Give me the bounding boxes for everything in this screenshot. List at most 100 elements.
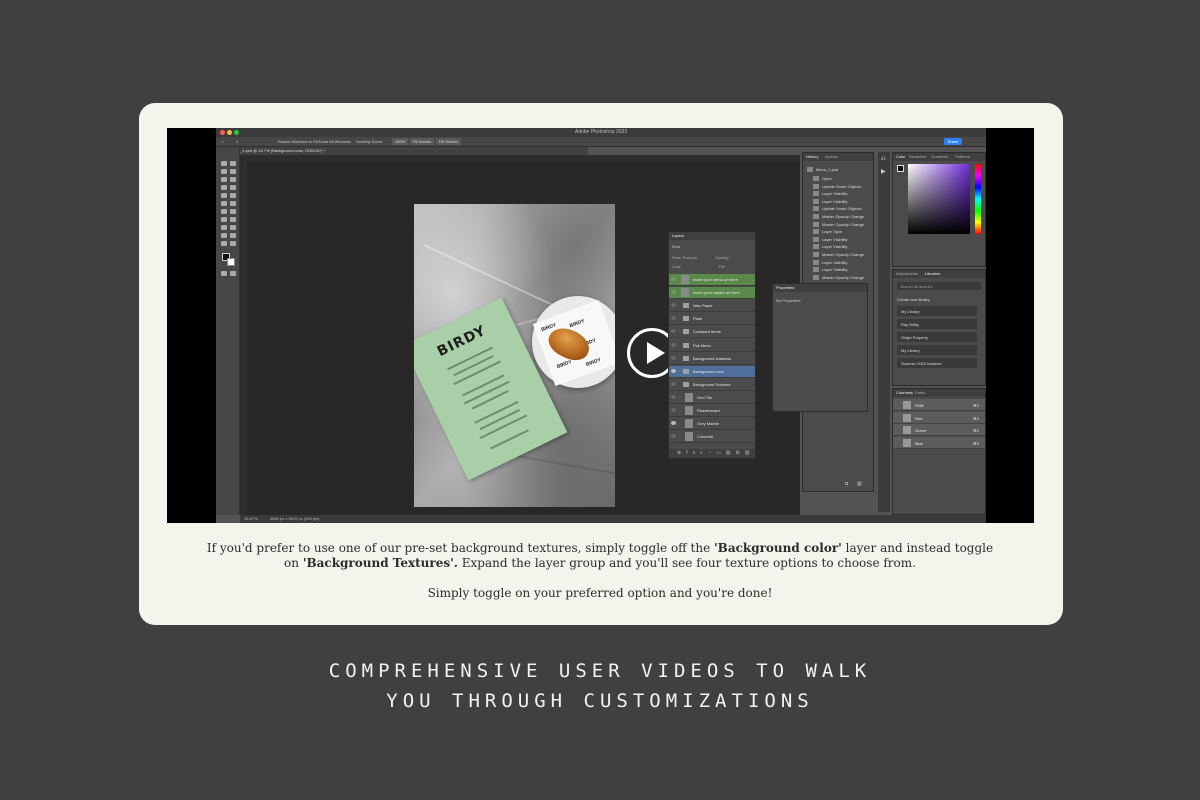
layer-row[interactable]: Croissant Items (669, 326, 755, 339)
brush-tool-icon[interactable] (221, 193, 227, 198)
visibility-eye-icon[interactable] (671, 342, 676, 347)
channel-thumbnail (903, 438, 911, 447)
tab-channels[interactable]: Channels (896, 390, 913, 395)
layer-row[interactable]: Flat Menu (669, 340, 755, 352)
tab-patterns[interactable]: Patterns (955, 154, 970, 159)
history-brush-tool-icon[interactable] (221, 201, 227, 206)
layer-row[interactable]: Grid Tile (669, 392, 755, 404)
dodge-tool-icon[interactable] (221, 217, 227, 222)
stamp-tool-icon[interactable] (230, 193, 236, 198)
tab-color[interactable]: Color (896, 154, 906, 159)
history-dock-icon[interactable]: ⎌ (881, 156, 886, 163)
layer-row[interactable]: Insert your menu art here (669, 274, 755, 286)
library-item[interactable]: Ray Wilby (897, 319, 977, 329)
layer-row[interactable]: Grey Marble (669, 418, 755, 431)
tab-paths[interactable]: Paths (915, 390, 925, 395)
more-tools-icon[interactable] (230, 241, 236, 246)
document-canvas[interactable]: BIRDY BIRDY BIRDY BIRDY BIRDY BIRDY BIRD… (414, 204, 615, 507)
visibility-eye-icon[interactable] (671, 316, 676, 321)
hand-tool-icon[interactable] (230, 233, 236, 238)
tab-adjustments[interactable]: Adjustments (896, 271, 918, 276)
zoom-icon[interactable] (221, 241, 227, 246)
layer-row[interactable]: Background shadows (669, 353, 755, 365)
blend-mode-select[interactable]: Pass Through (672, 255, 697, 260)
path-selection-tool-icon[interactable] (230, 225, 236, 230)
channel-row[interactable]: RGB ⌘2 (893, 399, 985, 411)
tab-swatches[interactable]: Swatches (909, 154, 926, 159)
library-item[interactable]: My Library (897, 306, 977, 316)
library-item[interactable]: Summer 2022 brushes (897, 358, 977, 368)
zoom-all-option[interactable]: Zoom All Windows (318, 139, 351, 144)
visibility-eye-icon[interactable] (671, 277, 676, 281)
layer-row[interactable]: Plasterboard (669, 405, 755, 417)
history-step-icon (813, 244, 819, 250)
magic-wand-tool-icon[interactable] (230, 169, 236, 174)
video-player[interactable]: Adobe Photoshop 2023 ⌂ ⌕ Resize Windows … (167, 128, 1034, 523)
layer-row[interactable]: Background Textures (669, 379, 755, 391)
visibility-eye-icon[interactable] (671, 421, 676, 426)
fit-screen-button[interactable]: Fit Screen (410, 138, 435, 145)
tab-actions[interactable]: Actions (825, 154, 838, 159)
visibility-eye-icon[interactable] (671, 355, 676, 360)
channel-row[interactable]: Blue ⌘5 (893, 436, 985, 449)
caption-line-3: Simply toggle on your preferred option a… (427, 586, 773, 600)
visibility-eye-icon[interactable] (671, 290, 676, 295)
folder-icon (683, 316, 689, 322)
layer-actions-icons[interactable]: ⊕fx◐◔▭▤⊞▥ (677, 450, 754, 456)
resize-windows-option[interactable]: Resize Windows to Fit (278, 139, 318, 144)
library-item[interactable]: My Library (897, 345, 977, 355)
visibility-eye-icon[interactable] (671, 408, 676, 412)
zoom-100-button[interactable]: 100% (392, 138, 409, 145)
share-button[interactable]: Share (944, 138, 962, 145)
layer-row[interactable]: Concrete (669, 431, 755, 444)
tagline-line-1: COMPREHENSIVE USER VIDEOS TO WALK (328, 660, 872, 682)
marquee-tool-icon[interactable] (230, 161, 236, 166)
channel-row[interactable]: Green ⌘4 (893, 424, 985, 436)
actions-dock-icon[interactable]: ▶ (881, 168, 886, 175)
hue-slider[interactable] (975, 164, 981, 234)
visibility-eye-icon[interactable] (671, 329, 676, 334)
blur-tool-icon[interactable] (230, 209, 236, 214)
tab-gradients[interactable]: Gradients (931, 154, 948, 159)
scrubby-zoom-option[interactable]: Scrubby Zoom (356, 139, 382, 144)
zoom-tool-icon[interactable]: ⌕ (236, 139, 238, 144)
quick-mask-icon[interactable] (221, 271, 227, 276)
move-tool-icon[interactable] (221, 161, 227, 166)
visibility-eye-icon[interactable] (671, 381, 676, 386)
tab-libraries[interactable]: Libraries (925, 271, 940, 276)
document-tab[interactable]: Menu_1.psd @ 16.7% (Background color, RG… (230, 148, 325, 153)
color-picker-field[interactable] (908, 164, 970, 234)
layer-row[interactable]: Wax Paper (669, 300, 755, 313)
crop-tool-icon[interactable] (221, 177, 227, 182)
background-color-swatch[interactable] (227, 258, 235, 266)
frame-tool-icon[interactable] (230, 177, 236, 182)
fg-color-chip[interactable] (897, 165, 904, 172)
eraser-tool-icon[interactable] (230, 201, 236, 206)
type-tool-icon[interactable] (221, 225, 227, 230)
library-item[interactable]: Origin Property (897, 332, 977, 342)
layer-row[interactable]: Insert your napkin art here (669, 287, 755, 300)
trash-icon[interactable]: ▥ (857, 481, 862, 487)
history-step-icon (813, 198, 819, 204)
gradient-tool-icon[interactable] (221, 209, 227, 214)
visibility-eye-icon[interactable] (671, 434, 676, 439)
layer-filter-select[interactable]: Kind (672, 244, 680, 249)
layer-row[interactable]: Plate (669, 313, 755, 326)
shape-tool-icon[interactable] (221, 233, 227, 238)
camera-icon[interactable]: ◘ (845, 481, 848, 487)
visibility-eye-icon[interactable] (671, 368, 676, 373)
screen-mode-icon[interactable] (230, 271, 236, 276)
lasso-tool-icon[interactable] (221, 169, 227, 174)
eyedropper-tool-icon[interactable] (221, 185, 227, 190)
create-library-button[interactable]: Create new library (897, 297, 929, 302)
tab-history[interactable]: History (806, 154, 818, 159)
visibility-eye-icon[interactable] (671, 303, 676, 308)
layer-row[interactable]: Background color (669, 365, 755, 378)
home-icon[interactable]: ⌂ (221, 139, 223, 144)
healing-tool-icon[interactable] (230, 185, 236, 190)
channel-row[interactable]: Red ⌘3 (893, 411, 985, 424)
pen-tool-icon[interactable] (230, 217, 236, 222)
fill-screen-button[interactable]: Fill Screen (436, 138, 461, 145)
library-search-input[interactable]: Search all libraries (897, 282, 981, 290)
visibility-eye-icon[interactable] (671, 394, 676, 399)
